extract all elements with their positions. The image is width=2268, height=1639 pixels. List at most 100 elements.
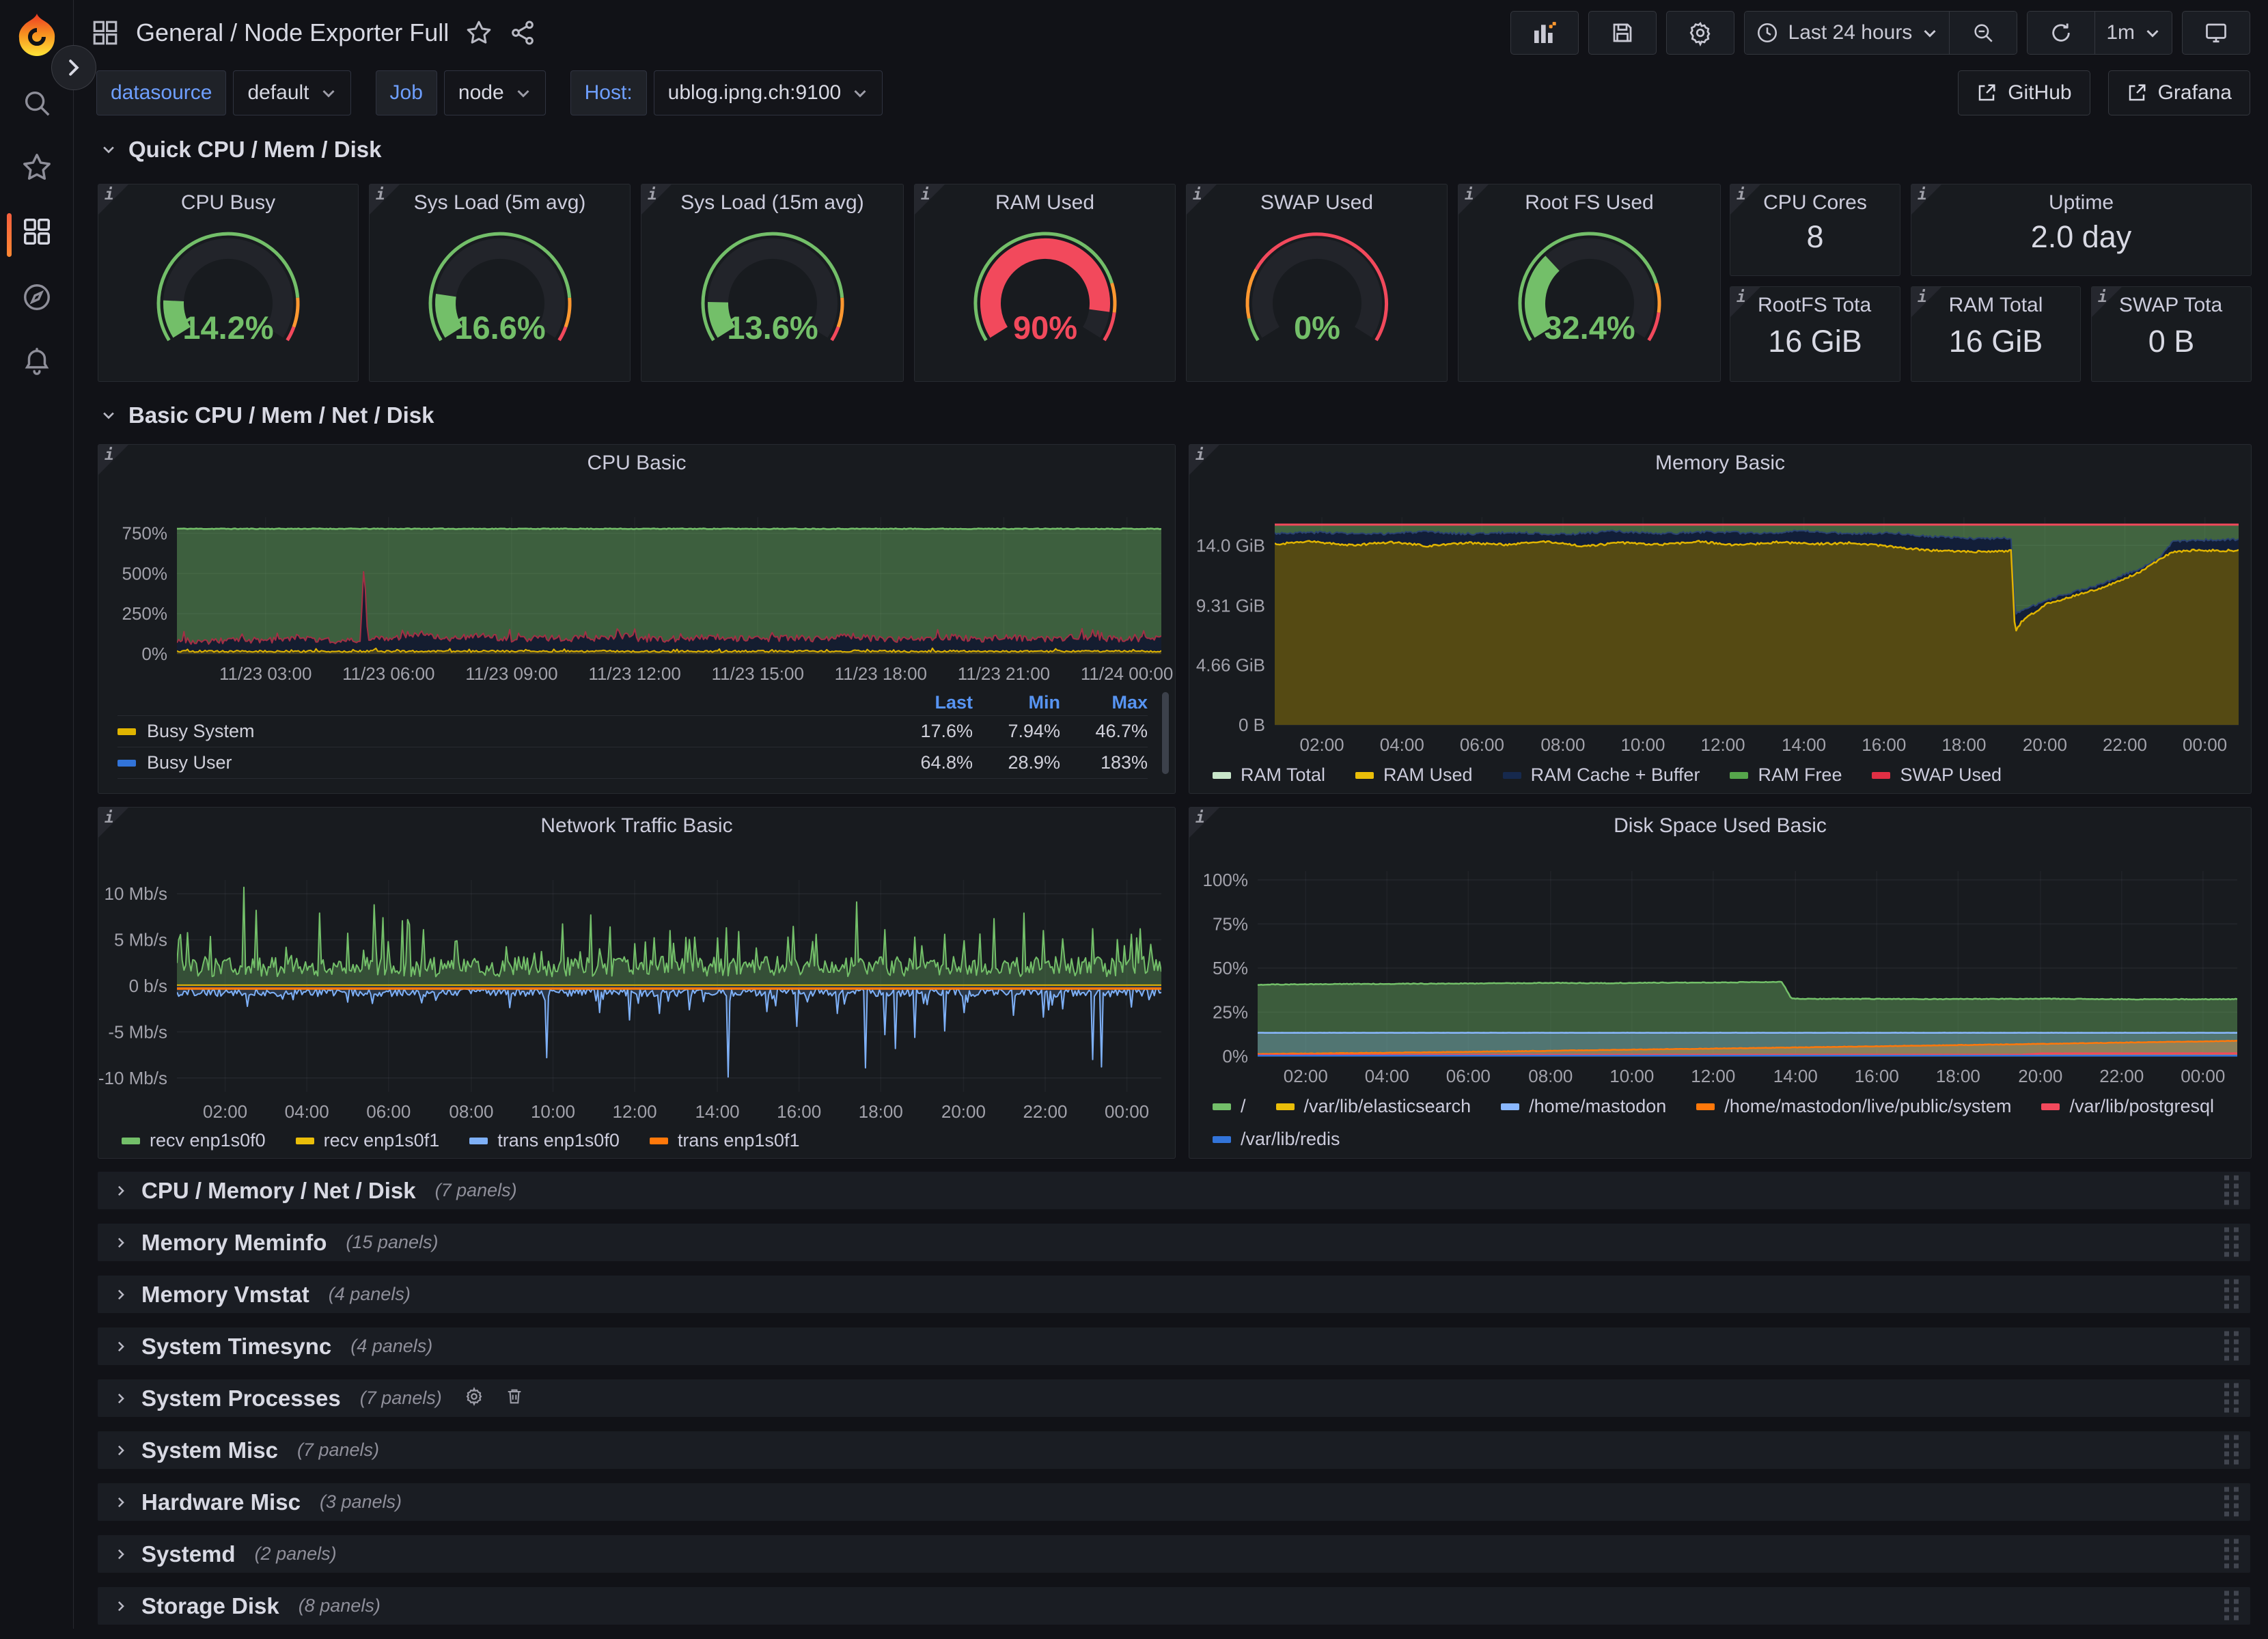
panel-info-icon[interactable]: i [98,184,128,215]
alerting-nav-icon[interactable] [21,346,53,377]
panel-info-icon[interactable]: i [641,184,672,215]
row-drag-handle[interactable] [2223,1381,2241,1416]
zoom-out-time-button[interactable] [1949,12,2017,54]
dashboard-row-system-misc[interactable]: System Misc (7 panels) [98,1431,2250,1469]
grafana-link-button[interactable]: Grafana [2108,70,2250,115]
panel-info-icon[interactable]: i [915,184,945,215]
legend-sort-min[interactable]: Min [973,692,1060,713]
network-traffic-chart[interactable]: -10 Mb/s -5 Mb/s 0 b/s 5 Mb/s 10 Mb/s02:… [98,846,1175,1119]
legend-item[interactable]: RAM Free [1730,765,1842,786]
dashboard-row-memory-meminfo[interactable]: Memory Meminfo (15 panels) [98,1224,2250,1261]
panel-info-icon[interactable]: i [98,445,128,475]
explore-nav-icon[interactable] [21,281,53,313]
legend-item[interactable]: SWAP Used [1872,765,2002,786]
legend-item[interactable]: /var/lib/elasticsearch [1276,1096,1471,1117]
refresh-button[interactable] [2028,12,2094,54]
star-dashboard-icon[interactable] [465,19,493,46]
dashboard-row-system-processes[interactable]: System Processes (7 panels) [98,1379,2250,1417]
panel-title[interactable]: RAM Used [942,191,1148,215]
add-panel-button[interactable] [1510,11,1579,55]
panel-title[interactable]: Disk Space Used Basic [1217,814,2224,838]
panel-title[interactable]: RAM Total [1939,294,2053,317]
panel-title[interactable]: SWAP Used [1214,191,1420,215]
variable-value-dropdown[interactable]: node [444,70,546,115]
panel-info-icon[interactable]: i [1189,445,1219,475]
panel-info-icon[interactable]: i [1911,287,1941,317]
row-drag-handle[interactable] [2223,1433,2241,1468]
legend-item[interactable]: /home/mastodon [1501,1096,1666,1117]
dashboard-row-hardware-misc[interactable]: Hardware Misc (3 panels) [98,1483,2250,1521]
dashboard-row-storage-disk[interactable]: Storage Disk (8 panels) [98,1587,2250,1625]
dashboards-nav-icon[interactable] [21,216,53,247]
disk-space-chart[interactable]: 0% 25% 50% 75% 100%02:0004:0006:0008:001… [1189,846,2251,1081]
panel-info-icon[interactable]: i [1187,184,1217,215]
panel-title[interactable]: CPU Busy [126,191,331,215]
legend-item[interactable]: recv enp1s0f1 [296,1130,440,1151]
grafana-logo-icon[interactable] [15,12,59,56]
row-drag-handle[interactable] [2223,1277,2241,1312]
row-settings-icon[interactable] [464,1386,484,1410]
cpu-basic-chart[interactable]: 0% 250% 500% 750%11/23 03:0011/23 06:001… [98,483,1175,691]
legend-scrollbar[interactable] [1162,692,1169,774]
variable-value-dropdown[interactable]: default [233,70,350,115]
dashboard-row-memory-vmstat[interactable]: Memory Vmstat (4 panels) [98,1276,2250,1313]
panel-title[interactable]: Sys Load (15m avg) [669,191,876,215]
legend-item[interactable]: / [1213,1096,1246,1117]
legend-sort-max[interactable]: Max [1060,692,1148,713]
legend-item[interactable]: RAM Cache + Buffer [1503,765,1700,786]
row-drag-handle[interactable] [2223,1588,2241,1623]
panel-title[interactable]: SWAP Total [2119,294,2224,317]
row-drag-handle[interactable] [2223,1485,2241,1519]
legend-item[interactable]: /home/mastodon/live/public/system [1696,1096,2011,1117]
row-drag-handle[interactable] [2223,1225,2241,1260]
breadcrumb[interactable]: General / Node Exporter Full [136,18,449,47]
row-drag-handle[interactable] [2223,1537,2241,1571]
panel-title[interactable]: Root FS Used [1486,191,1693,215]
legend-item[interactable]: /var/lib/postgresql [2041,1096,2214,1117]
row-delete-icon[interactable] [505,1387,524,1409]
legend-row[interactable]: Busy User64.8%28.9%183% [117,747,1148,778]
row-header-basic-cpu-mem-net-disk[interactable]: Basic CPU / Mem / Net / Disk [101,402,434,428]
panel-info-icon[interactable]: i [1730,184,1760,215]
panel-title[interactable]: Uptime [1939,191,2224,215]
starred-nav-icon[interactable] [21,152,53,183]
legend-row[interactable]: Busy System17.6%7.94%46.7% [117,715,1148,747]
memory-basic-chart[interactable]: 0 B 4.66 GiB 9.31 GiB 14.0 GiB02:0004:00… [1189,483,2251,756]
dashboard-settings-button[interactable] [1666,11,1734,55]
refresh-interval-picker[interactable]: 1m [2094,12,2172,54]
panel-info-icon[interactable]: i [1730,287,1760,317]
panel-title[interactable]: Memory Basic [1217,452,2224,475]
legend-sort-last[interactable]: Last [885,692,973,713]
variable-value-dropdown[interactable]: ublog.ipng.ch:9100 [654,70,883,115]
sidebar-expand-button[interactable] [51,45,96,90]
panel-info-icon[interactable]: i [98,808,128,838]
save-dashboard-button[interactable] [1588,11,1657,55]
time-range-picker[interactable]: Last 24 hours [1745,12,1950,54]
panel-title[interactable]: CPU Cores [1758,191,1872,215]
panel-info-icon[interactable]: i [2092,287,2122,317]
github-link-button[interactable]: GitHub [1958,70,2090,115]
panel-info-icon[interactable]: i [1458,184,1489,215]
legend-item[interactable]: RAM Total [1213,765,1325,786]
row-header-quick-cpu-mem-disk[interactable]: Quick CPU / Mem / Disk [101,137,381,163]
dashboard-row-system-timesync[interactable]: System Timesync (4 panels) [98,1327,2250,1365]
panel-info-icon[interactable]: i [370,184,400,215]
row-drag-handle[interactable] [2223,1329,2241,1364]
panel-info-icon[interactable]: i [1911,184,1941,215]
legend-item[interactable]: RAM Used [1355,765,1473,786]
panel-title[interactable]: RootFS Total [1758,294,1872,317]
panel-title[interactable]: Network Traffic Basic [126,814,1148,838]
share-icon[interactable] [509,19,536,46]
panel-title[interactable]: Sys Load (5m avg) [397,191,603,215]
legend-item[interactable]: /var/lib/redis [1213,1129,1340,1150]
legend-item[interactable]: trans enp1s0f1 [650,1130,800,1151]
legend-item[interactable]: trans enp1s0f0 [469,1130,620,1151]
panel-title[interactable]: CPU Basic [126,452,1148,475]
panel-info-icon[interactable]: i [1189,808,1219,838]
dashboard-row-cpu-memory-net-disk[interactable]: CPU / Memory / Net / Disk (7 panels) [98,1172,2250,1209]
row-drag-handle[interactable] [2223,1173,2241,1208]
dashboard-row-systemd[interactable]: Systemd (2 panels) [98,1535,2250,1573]
legend-item[interactable]: recv enp1s0f0 [122,1130,266,1151]
search-icon[interactable] [21,87,53,119]
kiosk-mode-button[interactable] [2182,11,2250,55]
